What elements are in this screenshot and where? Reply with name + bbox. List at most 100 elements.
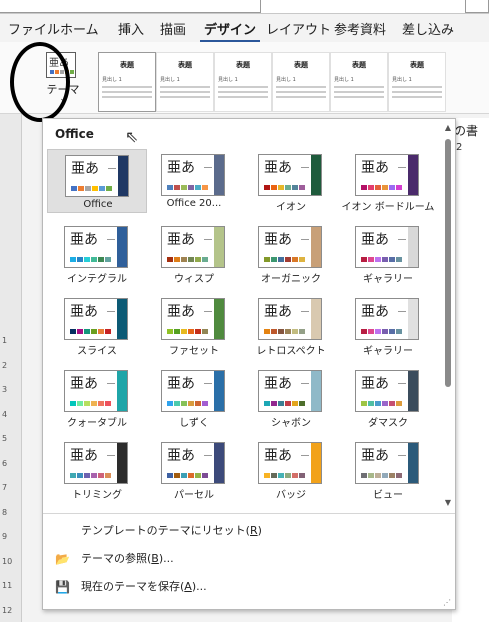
style-set-line xyxy=(334,91,384,93)
tab-4[interactable]: デザイン xyxy=(200,17,261,42)
theme-tile[interactable]: 亜あ イオン xyxy=(241,149,341,213)
theme-tile[interactable]: 亜あ レトロスペクト xyxy=(241,293,341,357)
theme-name: ギャラリー xyxy=(363,346,413,357)
theme-color-swatch xyxy=(84,329,90,334)
style-set-card[interactable]: 表題 見出し 1 xyxy=(272,52,330,112)
style-set-line xyxy=(218,91,268,93)
theme-tile[interactable]: 亜あ ギャラリー xyxy=(338,221,438,285)
theme-tile[interactable]: 亜あ ビュー xyxy=(338,437,438,501)
tab-3[interactable]: 描画 xyxy=(156,17,190,40)
theme-color-swatch xyxy=(368,401,374,406)
theme-tile[interactable]: 亜あ ダマスク xyxy=(338,365,438,429)
tab-7[interactable]: 差し込み xyxy=(398,17,458,40)
style-set-line xyxy=(334,86,384,88)
theme-preview-char: 亜あ xyxy=(361,448,389,464)
theme-color-swatch xyxy=(188,473,194,478)
tab-1[interactable]: ホーム xyxy=(56,17,103,40)
theme-preview-dash xyxy=(107,455,115,456)
theme-color-swatch xyxy=(167,473,173,478)
ribbon-tabs: ファイル ホーム 挿入 描画 デザイン レイアウト 参考資料 差し込み xyxy=(0,14,489,42)
ruler-tick: 1 xyxy=(2,336,8,345)
scrollbar-thumb[interactable] xyxy=(445,139,451,387)
theme-color-swatch xyxy=(271,185,277,190)
theme-color-swatch xyxy=(91,257,97,262)
theme-command-0[interactable]: テンプレートのテーマにリセット(R) xyxy=(43,519,455,543)
theme-color-swatch xyxy=(105,257,111,262)
theme-tile[interactable]: 亜あ シャボン xyxy=(241,365,341,429)
theme-accent-strip xyxy=(311,155,321,195)
ruler-tick: 9 xyxy=(2,532,8,541)
theme-name: インテグラル xyxy=(67,274,127,285)
theme-preview-dash xyxy=(398,383,406,384)
theme-tile[interactable]: 亜あ Office xyxy=(47,149,147,213)
ruler-tick: 11 xyxy=(2,581,13,590)
style-set-line xyxy=(276,96,326,98)
style-set-line xyxy=(102,91,152,93)
theme-preview-icon: 亜あ xyxy=(161,370,225,412)
theme-preview-icon: 亜あ xyxy=(161,442,225,484)
theme-color-swatch xyxy=(389,185,395,190)
theme-preview-char: 亜あ xyxy=(264,304,292,320)
theme-tile[interactable]: 亜あ ギャラリー xyxy=(338,293,438,357)
tab-2[interactable]: 挿入 xyxy=(114,17,148,40)
theme-color-bars xyxy=(70,401,111,406)
theme-tile[interactable]: 亜あ オーガニック xyxy=(241,221,341,285)
scroll-up-icon[interactable]: ▲ xyxy=(443,123,453,132)
theme-command-1[interactable]: 📂 テーマの参照(B)... xyxy=(43,547,455,571)
theme-tile[interactable]: 亜あ ファセット xyxy=(144,293,244,357)
theme-preview-char: 亜あ xyxy=(70,448,98,464)
theme-tile[interactable]: 亜あ Office 20... xyxy=(144,149,244,213)
theme-accent-strip xyxy=(214,155,224,195)
command-label: テンプレートのテーマにリセット( xyxy=(81,524,250,537)
theme-color-bars xyxy=(167,473,208,478)
theme-tile[interactable]: 亜あ トリミング xyxy=(47,437,147,501)
theme-color-swatch xyxy=(264,185,270,190)
theme-color-swatch xyxy=(105,473,111,478)
tab-0[interactable]: ファイル xyxy=(4,17,64,40)
theme-tile[interactable]: 亜あ クォータブル xyxy=(47,365,147,429)
theme-color-swatch xyxy=(292,473,298,478)
theme-accent-strip xyxy=(214,371,224,411)
theme-preview-icon: 亜あ xyxy=(355,370,419,412)
theme-color-swatch xyxy=(361,401,367,406)
gallery-scrollbar[interactable]: ▲ ▼ xyxy=(443,123,453,507)
style-set-card[interactable]: 表題 見出し 1 xyxy=(214,52,272,112)
theme-color-swatch xyxy=(389,257,395,262)
theme-preview-icon: 亜あ xyxy=(355,442,419,484)
theme-tile[interactable]: 亜あ パーセル xyxy=(144,437,244,501)
style-set-card[interactable]: 表題 見出し 1 xyxy=(330,52,388,112)
style-set-card[interactable]: 表題 見出し 1 xyxy=(388,52,446,112)
theme-color-swatch xyxy=(174,257,180,262)
theme-color-bars xyxy=(361,401,402,406)
tab-6[interactable]: 参考資料 xyxy=(330,17,390,40)
theme-color-swatch xyxy=(285,473,291,478)
scroll-down-icon[interactable]: ▼ xyxy=(443,498,453,507)
theme-color-bars xyxy=(167,185,208,190)
theme-command-2[interactable]: 💾 現在のテーマを保存(A)... xyxy=(43,575,455,599)
style-set-card[interactable]: 表題 見出し 1 xyxy=(156,52,214,112)
theme-color-swatch xyxy=(105,401,111,406)
resize-grip-icon[interactable]: ⋰ xyxy=(443,598,451,607)
theme-tile[interactable]: 亜あ イオン ボードルーム xyxy=(338,149,438,213)
style-set-subtitle: 見出し 1 xyxy=(334,77,354,83)
theme-accent-strip xyxy=(408,155,418,195)
ruler-tick: 5 xyxy=(2,434,8,443)
theme-color-bars xyxy=(361,329,402,334)
theme-color-swatch xyxy=(167,185,173,190)
theme-color-swatch xyxy=(389,473,395,478)
theme-name: シャボン xyxy=(271,418,311,429)
style-set-card[interactable]: 表題 見出し 1 xyxy=(98,52,156,112)
theme-tile[interactable]: 亜あ インテグラル xyxy=(47,221,147,285)
theme-color-swatch xyxy=(375,185,381,190)
theme-preview-char: 亜あ xyxy=(167,232,195,248)
theme-name: クォータブル xyxy=(67,418,127,429)
theme-tile[interactable]: 亜あ スライス xyxy=(47,293,147,357)
tab-5[interactable]: レイアウト xyxy=(262,17,335,40)
style-set-subtitle: 見出し 1 xyxy=(160,77,180,83)
style-set-title: 表題 xyxy=(294,61,308,69)
theme-color-swatch xyxy=(368,329,374,334)
theme-tile[interactable]: 亜あ バッジ xyxy=(241,437,341,501)
theme-color-swatch xyxy=(285,185,291,190)
theme-tile[interactable]: 亜あ しずく xyxy=(144,365,244,429)
theme-tile[interactable]: 亜あ ウィスプ xyxy=(144,221,244,285)
